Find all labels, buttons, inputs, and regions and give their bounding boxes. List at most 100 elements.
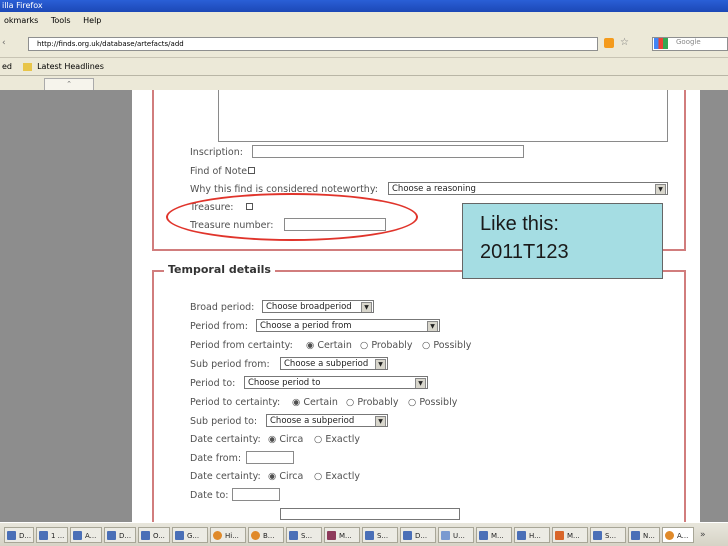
menu-bar: okmarks Tools Help bbox=[0, 12, 728, 30]
taskbar-item[interactable]: O... bbox=[138, 527, 170, 543]
sub-period-to-label: Sub period to: bbox=[190, 416, 258, 427]
period-to-value: Choose period to bbox=[248, 378, 321, 388]
bookmark-item[interactable]: ed bbox=[2, 62, 12, 71]
sub-period-from-label: Sub period from: bbox=[190, 359, 270, 370]
window-title: illa Firefox bbox=[0, 0, 728, 12]
highlight-ellipse bbox=[166, 193, 418, 241]
radio-possibly-from[interactable]: ○ Possibly bbox=[422, 340, 471, 351]
radio-label: Probably bbox=[357, 397, 399, 408]
firefox-icon bbox=[665, 531, 674, 540]
folder-icon bbox=[22, 62, 32, 71]
radio-label: Certain bbox=[317, 340, 352, 351]
page-margin-left bbox=[0, 90, 132, 522]
radio-exactly[interactable]: ○ Exactly bbox=[314, 434, 360, 445]
back-icon[interactable]: ‹ bbox=[2, 38, 12, 48]
fieldset-border-right bbox=[684, 90, 686, 250]
menu-help[interactable]: Help bbox=[83, 16, 101, 25]
sub-period-from-select[interactable]: Choose a subperiod ▼ bbox=[280, 357, 388, 370]
date-from-input[interactable] bbox=[246, 451, 294, 464]
taskbar-item[interactable]: U... bbox=[438, 527, 474, 543]
radio-circa-2[interactable]: ◉ Circa bbox=[268, 471, 303, 482]
window-icon bbox=[141, 531, 150, 540]
period-from-select[interactable]: Choose a period from ▼ bbox=[256, 319, 440, 332]
taskbar-overflow-icon[interactable]: » bbox=[700, 528, 722, 542]
google-icon[interactable] bbox=[654, 38, 668, 49]
url-bar[interactable]: http://finds.org.uk/database/artefacts/a… bbox=[28, 37, 598, 51]
taskbar-item[interactable]: D... bbox=[4, 527, 34, 543]
sub-period-to-value: Choose a subperiod bbox=[270, 416, 355, 426]
taskbar-item[interactable]: G... bbox=[172, 527, 208, 543]
chevron-down-icon: ▼ bbox=[415, 378, 426, 388]
callout-line-1: Like this: bbox=[480, 213, 559, 235]
window-icon bbox=[7, 531, 16, 540]
broad-period-label: Broad period: bbox=[190, 302, 255, 313]
date-certainty-label: Date certainty: bbox=[190, 434, 261, 445]
taskbar-item[interactable]: S... bbox=[286, 527, 322, 543]
rss-icon[interactable] bbox=[604, 38, 614, 48]
radio-circa[interactable]: ◉ Circa bbox=[268, 434, 303, 445]
radio-label: Probably bbox=[371, 340, 413, 351]
taskbar-item[interactable]: D... bbox=[400, 527, 436, 543]
period-to-select[interactable]: Choose period to ▼ bbox=[244, 376, 428, 389]
firefox-icon bbox=[213, 531, 222, 540]
app-icon bbox=[327, 531, 336, 540]
date-to-input[interactable] bbox=[232, 488, 280, 501]
star-icon[interactable]: ☆ bbox=[620, 37, 632, 49]
radio-label: Circa bbox=[279, 471, 304, 482]
menu-bookmarks[interactable]: okmarks bbox=[4, 16, 38, 25]
temporal-fieldset-border-right bbox=[684, 270, 686, 522]
temporal-details-title: Temporal details bbox=[164, 263, 275, 276]
partial-select[interactable] bbox=[280, 508, 460, 520]
sub-period-to-select[interactable]: Choose a subperiod ▼ bbox=[266, 414, 388, 427]
taskbar-item[interactable]: 1 ... bbox=[36, 527, 68, 543]
window-icon bbox=[631, 531, 640, 540]
bookmark-latest-headlines[interactable]: Latest Headlines bbox=[37, 62, 104, 71]
radio-certain-from[interactable]: ◉ Certain bbox=[306, 340, 352, 351]
taskbar-item[interactable]: S... bbox=[362, 527, 398, 543]
radio-probably-from[interactable]: ○ Probably bbox=[360, 340, 413, 351]
taskbar-item[interactable]: B... bbox=[248, 527, 284, 543]
find-of-note-checkbox[interactable] bbox=[248, 167, 255, 174]
tab-scroll-up[interactable]: ⌃ bbox=[44, 78, 94, 90]
taskbar-item[interactable]: M... bbox=[476, 527, 512, 543]
menu-tools[interactable]: Tools bbox=[51, 16, 71, 25]
radio-label: Exactly bbox=[325, 434, 360, 445]
chevron-down-icon: ▼ bbox=[375, 359, 386, 369]
taskbar-item[interactable]: D... bbox=[104, 527, 136, 543]
window-icon bbox=[517, 531, 526, 540]
app-icon bbox=[441, 531, 450, 540]
window-icon bbox=[365, 531, 374, 540]
taskbar-item[interactable]: Hi... bbox=[210, 527, 246, 543]
taskbar-item[interactable]: M... bbox=[552, 527, 588, 543]
why-noteworthy-select[interactable]: Choose a reasoning ▼ bbox=[388, 182, 668, 195]
radio-label: Circa bbox=[279, 434, 304, 445]
temporal-fieldset-border-left bbox=[152, 270, 154, 522]
inscription-input[interactable] bbox=[252, 145, 524, 158]
firefox-icon bbox=[251, 531, 260, 540]
chevron-down-icon: ▼ bbox=[361, 302, 372, 312]
radio-label: Certain bbox=[303, 397, 338, 408]
taskbar-item[interactable]: A... bbox=[70, 527, 102, 543]
tab-strip bbox=[0, 76, 728, 90]
description-textarea[interactable] bbox=[218, 90, 668, 142]
taskbar-item[interactable]: H... bbox=[514, 527, 550, 543]
radio-label: Possibly bbox=[433, 340, 472, 351]
taskbar-item[interactable]: N... bbox=[628, 527, 660, 543]
radio-label: Exactly bbox=[325, 471, 360, 482]
app-icon bbox=[555, 531, 564, 540]
date-from-label: Date from: bbox=[190, 453, 242, 464]
chevron-down-icon: ▼ bbox=[427, 321, 438, 331]
taskbar-item-active[interactable]: A... bbox=[662, 527, 694, 543]
broad-period-select[interactable]: Choose broadperiod ▼ bbox=[262, 300, 374, 313]
inscription-label: Inscription: bbox=[190, 147, 243, 158]
radio-certain-to[interactable]: ◉ Certain bbox=[292, 397, 338, 408]
radio-possibly-to[interactable]: ○ Possibly bbox=[408, 397, 457, 408]
taskbar-item[interactable]: M... bbox=[324, 527, 360, 543]
period-to-certainty-label: Period to certainty: bbox=[190, 397, 281, 408]
period-from-label: Period from: bbox=[190, 321, 248, 332]
radio-exactly-2[interactable]: ○ Exactly bbox=[314, 471, 360, 482]
taskbar-item[interactable]: S... bbox=[590, 527, 626, 543]
page-margin-right bbox=[700, 90, 728, 522]
radio-probably-to[interactable]: ○ Probably bbox=[346, 397, 399, 408]
window-icon bbox=[175, 531, 184, 540]
